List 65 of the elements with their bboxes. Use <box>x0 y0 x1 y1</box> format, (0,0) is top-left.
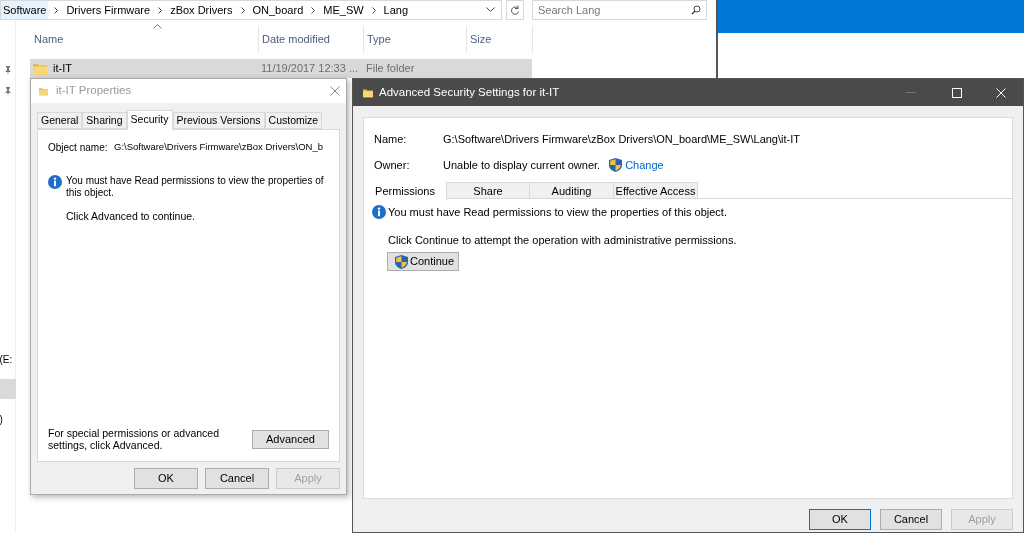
column-header[interactable]: Date modified <box>259 26 364 53</box>
chevron-icon <box>240 6 245 14</box>
continue-button[interactable]: Continue <box>387 252 459 271</box>
advanced-button[interactable]: Advanced <box>252 429 329 449</box>
folder-icon <box>33 62 47 75</box>
file-type: File folder <box>365 61 416 77</box>
dialog-title: it-IT Properties <box>56 83 132 99</box>
tab[interactable]: Customize <box>264 112 323 129</box>
dialog-button[interactable]: OK <box>134 467 198 489</box>
breadcrumb-item[interactable]: Lang <box>381 1 411 19</box>
field-label: Name: <box>374 132 408 147</box>
tab[interactable]: Permissions <box>364 182 447 200</box>
file-name: it-IT <box>53 61 72 77</box>
breadcrumb-item[interactable]: ON_board <box>250 1 306 19</box>
tab[interactable]: Share <box>447 182 530 198</box>
sort-icon <box>153 24 162 29</box>
search-icon <box>691 5 701 15</box>
info-message: You must have Read permissions to view the properties of this object. <box>66 175 325 199</box>
field-label: Owner: <box>374 157 411 173</box>
tab[interactable]: Effective Access <box>614 182 698 198</box>
file-date: 11/19/2017 12:33 ... <box>260 61 360 77</box>
advanced-hint: For special permissions or advanced settings, click Advanced. <box>48 427 220 451</box>
nav-item[interactable]: (E: <box>0 349 16 369</box>
file-row[interactable]: it-IT 11/19/2017 12:33 ... File folder <box>30 59 532 78</box>
column-header[interactable]: Size <box>467 26 533 53</box>
column-header[interactable]: Type <box>364 26 467 53</box>
field-label: Object name: <box>48 141 109 155</box>
dialog-button[interactable]: Cancel <box>205 467 269 489</box>
search-field[interactable]: Search Lang <box>532 0 707 20</box>
tab[interactable]: Previous Versions <box>172 112 265 129</box>
info-message: You must have Read permissions to view the properties of this object. <box>388 205 727 220</box>
breadcrumb-item[interactable]: Software <box>1 1 49 19</box>
maximize-icon[interactable] <box>952 87 962 98</box>
dialog-button[interactable]: OK <box>809 509 871 530</box>
hint-text: Click Advanced to continue. <box>66 209 196 224</box>
column-header[interactable]: Name <box>31 26 259 53</box>
dropdown-icon[interactable] <box>486 7 495 13</box>
chevron-icon <box>371 6 376 14</box>
refresh-icon <box>510 5 520 15</box>
dialog-title: Advanced Security Settings for it-IT <box>379 84 560 100</box>
dialog-button[interactable]: Cancel <box>880 509 942 530</box>
tab[interactable]: Security <box>126 110 173 130</box>
info-icon <box>372 205 386 220</box>
pin-icon[interactable] <box>3 66 12 75</box>
breadcrumb-item[interactable]: ME_SW <box>321 1 366 19</box>
breadcrumb-item[interactable]: zBox Drivers <box>168 1 235 19</box>
pin-icon[interactable] <box>3 87 12 96</box>
refresh-button[interactable] <box>506 0 524 20</box>
object-path: G:\Software\Drivers Firmware\zBox Drivers\ON_b <box>114 140 324 154</box>
shield-icon <box>609 157 623 172</box>
hint-text: Click Continue to attempt the operation with administrative permissions. <box>388 232 738 248</box>
shield-icon <box>395 254 408 269</box>
nav-item[interactable]: ) <box>0 409 16 429</box>
tab[interactable]: General <box>37 112 83 129</box>
change-link[interactable]: Change <box>625 156 664 173</box>
tab[interactable]: Sharing <box>82 112 127 129</box>
chevron-icon <box>158 6 163 14</box>
address-bar[interactable]: Software Drivers Firmware zBox Drivers ON_board ME_SW Lang <box>0 0 502 20</box>
tab[interactable]: Auditing <box>530 182 614 198</box>
info-icon <box>48 175 62 189</box>
chevron-icon <box>54 6 59 14</box>
object-path: G:\Software\Drivers Firmware\zBox Drivers\ON_board\ME_SW\Lang\it-IT <box>443 132 800 147</box>
chevron-icon <box>311 6 316 14</box>
breadcrumb-item[interactable]: Drivers Firmware <box>64 1 153 19</box>
owner-value: Unable to display current owner. <box>443 157 601 173</box>
